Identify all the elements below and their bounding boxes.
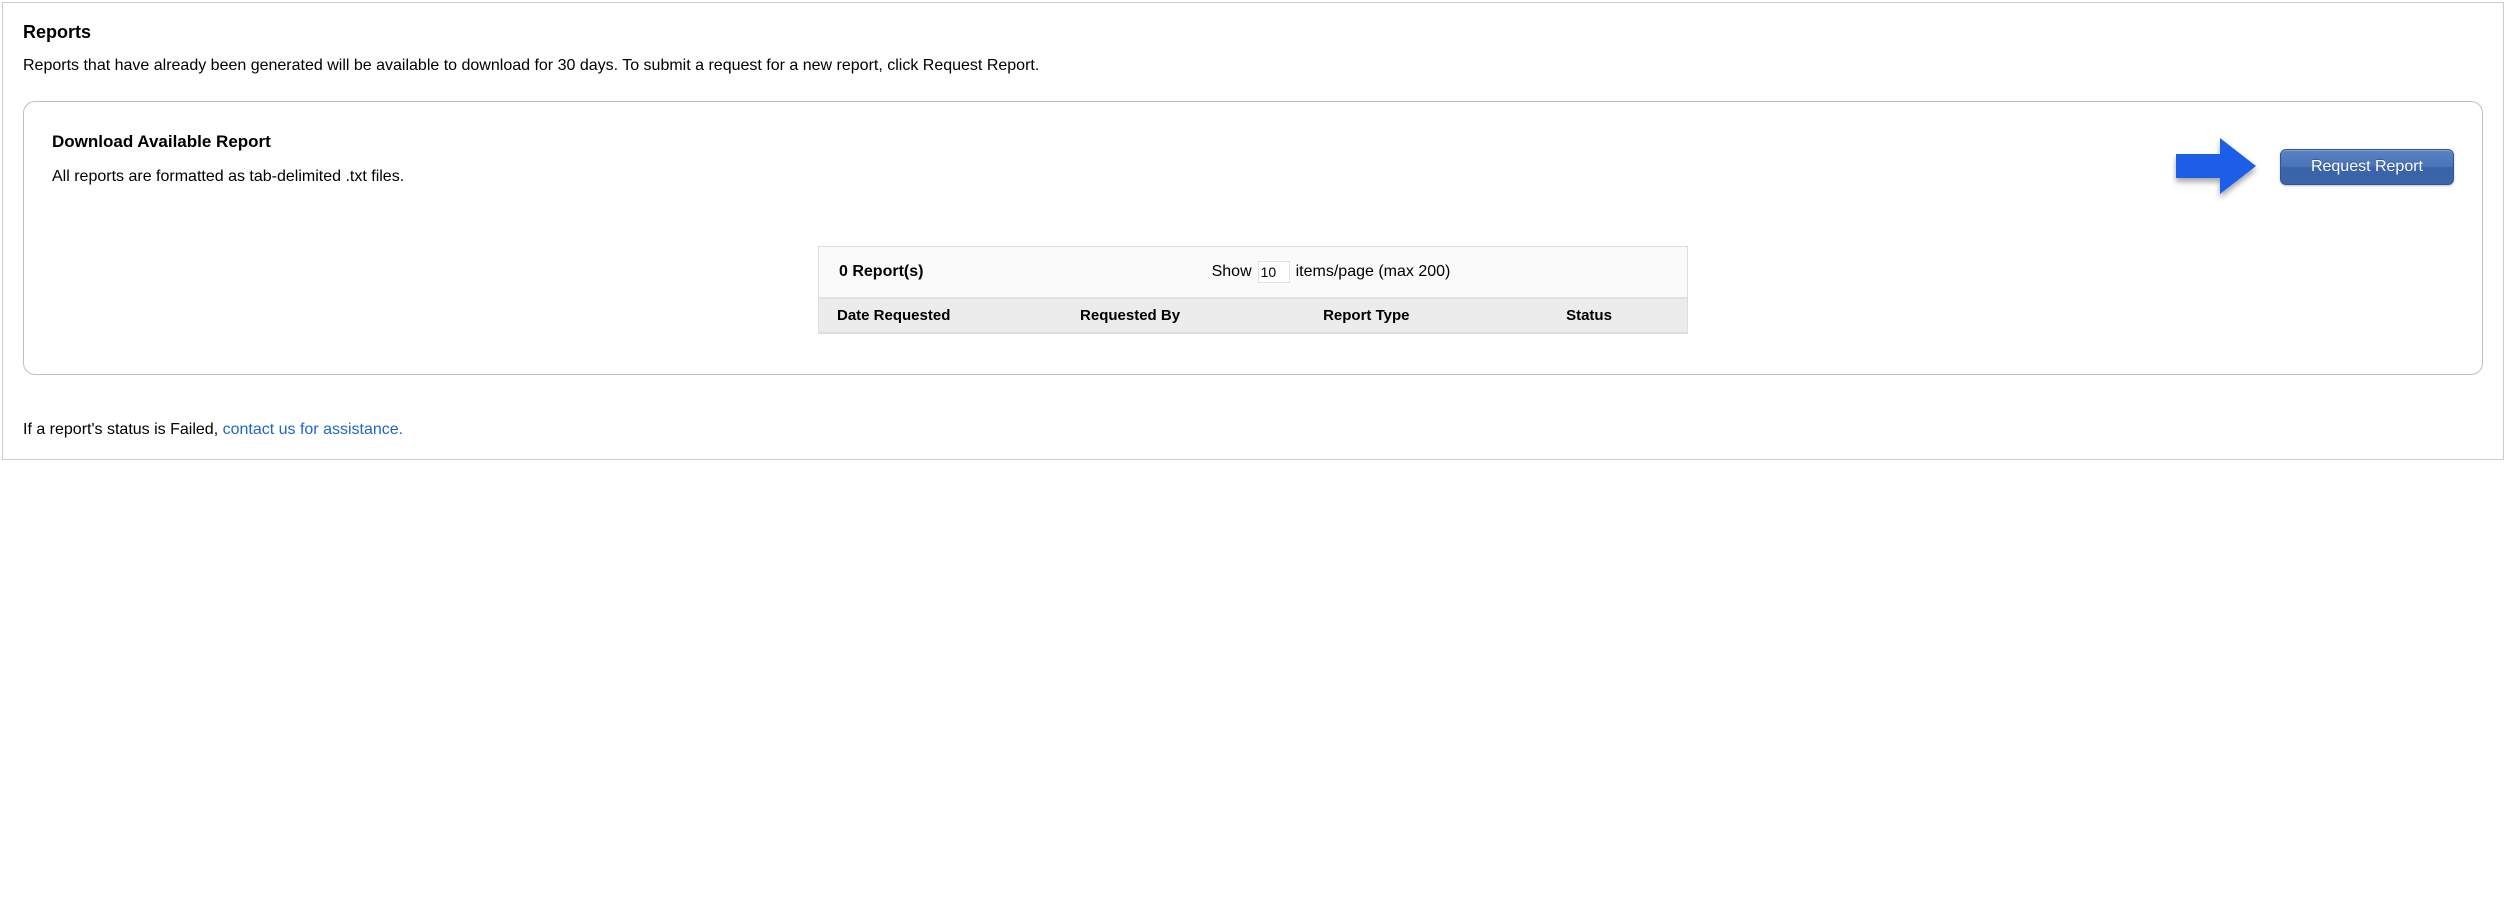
items-per-page-input[interactable] [1258, 261, 1290, 283]
reports-table-wrap: 0 Report(s) Show items/page (max 200) Da… [818, 246, 1688, 334]
panel-title: Download Available Report [52, 132, 2172, 152]
table-header-row: Date Requested Requested By Report Type … [819, 299, 1687, 333]
download-panel: Download Available Report All reports ar… [23, 101, 2483, 375]
arrow-right-icon [2172, 132, 2262, 202]
panel-left: Download Available Report All reports ar… [52, 126, 2172, 206]
col-status: Status [1548, 299, 1687, 333]
col-report-type: Report Type [1305, 299, 1548, 333]
page-intro: Reports that have already been generated… [23, 57, 2483, 75]
reports-table: Date Requested Requested By Report Type … [819, 298, 1687, 333]
table-controls: 0 Report(s) Show items/page (max 200) [819, 247, 1687, 298]
contact-us-link[interactable]: contact us for assistance. [223, 421, 404, 438]
show-label-prefix: Show [1212, 263, 1252, 281]
panel-subtitle: All reports are formatted as tab-delimit… [52, 168, 2172, 186]
report-count: 0 Report(s) [839, 263, 1212, 281]
show-label-suffix: items/page (max 200) [1296, 263, 1451, 281]
col-requested-by: Requested By [1062, 299, 1305, 333]
reports-page: Reports Reports that have already been g… [2, 2, 2504, 460]
footer-note: If a report's status is Failed, contact … [23, 421, 2483, 439]
request-report-button[interactable]: Request Report [2280, 149, 2454, 185]
items-per-page-control: Show items/page (max 200) [1212, 261, 1451, 283]
panel-header-row: Download Available Report All reports ar… [52, 126, 2454, 206]
col-date-requested: Date Requested [819, 299, 1062, 333]
panel-actions: Request Report [2172, 132, 2454, 202]
page-title: Reports [23, 22, 2483, 43]
footer-prefix: If a report's status is Failed, [23, 421, 223, 438]
